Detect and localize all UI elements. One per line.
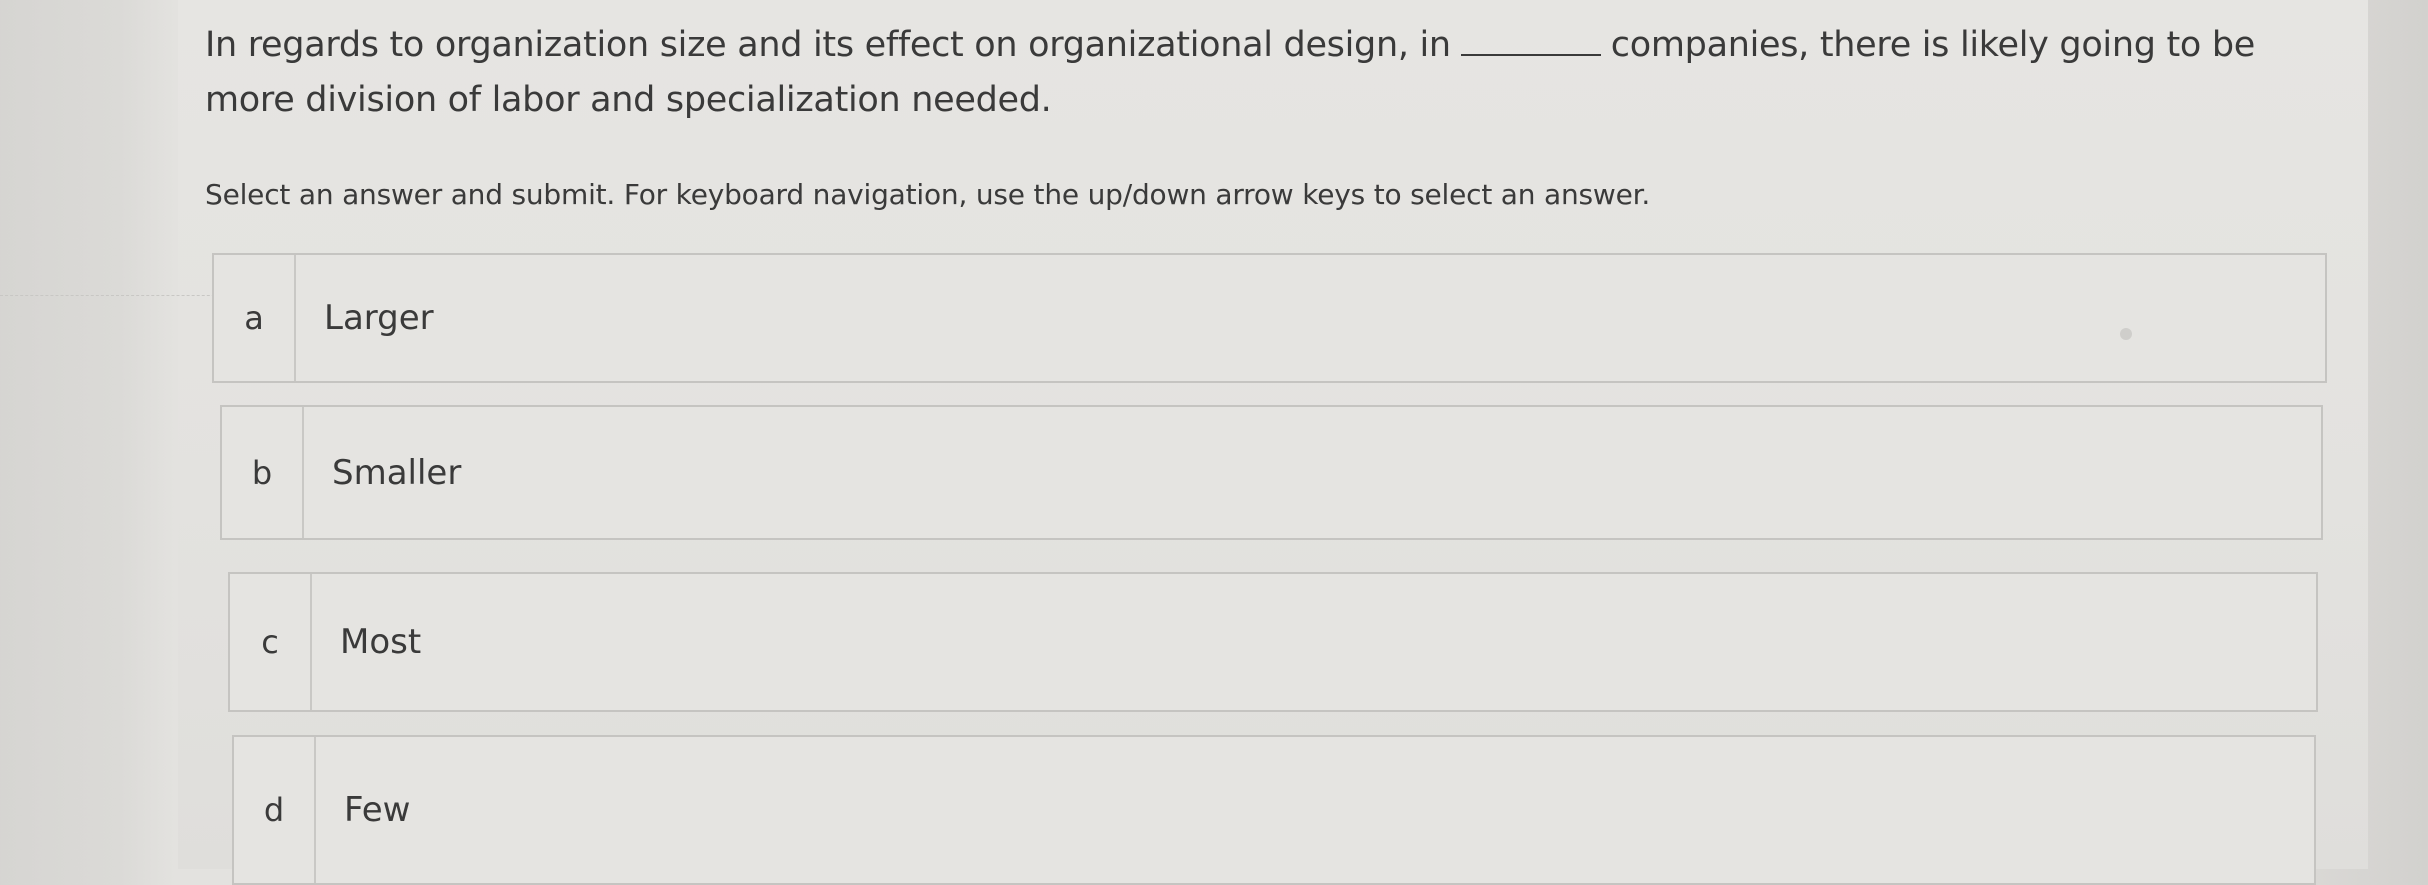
option-label: Few (344, 790, 411, 830)
option-letter: b (222, 407, 304, 538)
option-label: Larger (324, 298, 434, 338)
answer-option-b[interactable]: b Smaller (220, 405, 2323, 540)
question-part-1: In regards to organization size and its … (205, 25, 1451, 65)
option-letter: c (230, 574, 312, 710)
answer-option-c[interactable]: c Most (228, 572, 2318, 712)
option-letter: a (214, 255, 296, 381)
option-label: Most (340, 622, 422, 662)
option-letter: d (234, 737, 316, 883)
divider (0, 295, 235, 296)
instructions-text: Select an answer and submit. For keyboar… (205, 178, 1651, 211)
cursor-icon (2120, 328, 2132, 340)
answer-option-a[interactable]: a Larger (212, 253, 2327, 383)
answer-option-d[interactable]: d Few (232, 735, 2316, 885)
option-label: Smaller (332, 452, 462, 493)
question-text: In regards to organization size and its … (205, 18, 2265, 128)
question-blank (1460, 24, 1601, 56)
